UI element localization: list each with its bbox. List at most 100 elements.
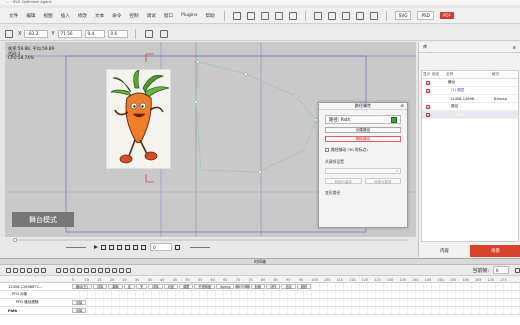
folder-icon[interactable]	[34, 267, 39, 273]
first-frame-icon[interactable]	[124, 244, 130, 250]
keyframe-block[interactable]: 翻转	[108, 284, 123, 289]
layer-icon[interactable]	[6, 267, 11, 273]
keyframe-block[interactable]: 区	[123, 284, 135, 289]
rotate-icon[interactable]	[144, 29, 153, 38]
tween-icon[interactable]	[70, 267, 75, 273]
timeline-menu-icon[interactable]	[515, 267, 520, 273]
menu-debug[interactable]: 调试	[144, 13, 159, 19]
paste-icon[interactable]	[91, 267, 96, 273]
stop-icon[interactable]	[100, 244, 106, 250]
carrot-image[interactable]	[106, 69, 171, 169]
prev-frame-icon[interactable]	[108, 244, 114, 250]
keyframe-block[interactable]: 跳跃	[235, 284, 250, 289]
zoom-slider[interactable]	[189, 246, 210, 248]
layer-row[interactable]: 舞台	[422, 79, 518, 87]
zoom-in-icon[interactable]	[112, 267, 117, 273]
select-icon[interactable]	[260, 11, 269, 20]
current-frame-input[interactable]: 6	[493, 266, 509, 274]
menu-text[interactable]: 文本	[92, 13, 107, 19]
keyframe-select[interactable]: ▾	[325, 168, 401, 174]
speed-slider[interactable]	[66, 246, 86, 248]
keyframe-block[interactable]: 关	[136, 284, 148, 289]
timeline-row[interactable]: PFD 路径跟随 清除	[0, 299, 520, 307]
onion-skin-icon[interactable]	[105, 267, 110, 273]
panel-menu-icon[interactable]: ≡	[512, 45, 516, 50]
subselect-icon[interactable]	[274, 11, 283, 20]
layer-row[interactable]: (1) 图层	[422, 87, 518, 95]
layer-row[interactable]: 路径	[422, 103, 518, 111]
layer-row[interactable]: 12458-12698… Bitmap	[422, 95, 518, 103]
menu-insert[interactable]: 插入	[58, 13, 73, 19]
width-input[interactable]: 0.4	[84, 29, 105, 38]
keyframe-block[interactable]: 清除	[72, 308, 87, 313]
last-frame-icon[interactable]	[132, 244, 138, 250]
lock-icon[interactable]	[20, 267, 25, 273]
align-center-icon[interactable]	[327, 11, 336, 20]
tab-content[interactable]: 内容	[419, 245, 470, 257]
menu-view[interactable]: 视图	[40, 13, 55, 19]
transform-icon[interactable]	[369, 11, 378, 20]
convert-curve-button[interactable]: 转换为曲线	[325, 178, 362, 184]
keyframe-block[interactable]: 跳跃	[296, 284, 312, 289]
menu-edit[interactable]: 编辑	[23, 13, 38, 19]
path-color-swatch[interactable]	[391, 116, 397, 123]
cursor-icon[interactable]	[5, 29, 13, 38]
x-input[interactable]: -83.2	[24, 29, 49, 38]
delete-icon[interactable]	[41, 267, 46, 273]
menu-help[interactable]: 帮助	[203, 13, 218, 19]
undo-icon[interactable]	[232, 11, 241, 20]
eye-icon[interactable]	[13, 267, 18, 273]
timeline-row[interactable]: 12458-12698871... 缓动(左) 清除 翻转区关清除 可逆 调整 不透明度 S…	[0, 283, 520, 291]
play-icon[interactable]	[93, 245, 98, 249]
blank-keyframe-icon[interactable]	[63, 267, 68, 273]
menu-control[interactable]: 控制	[126, 13, 141, 19]
export-psd-button[interactable]: PSD	[417, 11, 434, 20]
keyframe-block[interactable]: 可逆	[163, 284, 178, 289]
visible-checkbox[interactable]	[426, 104, 430, 109]
visible-checkbox[interactable]	[426, 112, 430, 117]
follow-path-option[interactable]: 路径随动 (30 时标点)	[325, 147, 401, 153]
tab-scene[interactable]: 场景	[470, 245, 520, 257]
zoom-out-icon[interactable]	[119, 267, 124, 273]
menu-file[interactable]: 文件	[6, 13, 21, 19]
keyframe-icon[interactable]	[56, 267, 61, 273]
keyframe-block[interactable]: Spring	[216, 284, 235, 289]
export-pdf-button[interactable]: PDF	[439, 12, 455, 19]
dialog-titlebar[interactable]: 路径属性 ⊗	[319, 103, 407, 110]
reverse-icon[interactable]	[98, 267, 103, 273]
menu-window[interactable]: 窗口	[161, 13, 176, 19]
keyframe-block[interactable]: 调整	[178, 284, 194, 289]
y-input[interactable]: 71.56	[57, 29, 82, 38]
copy-icon[interactable]	[84, 267, 89, 273]
export-svg-button[interactable]: SVG	[394, 11, 412, 20]
menu-modify[interactable]: 修改	[75, 13, 90, 19]
add-layer-icon[interactable]	[27, 267, 32, 273]
redo-icon[interactable]	[246, 11, 255, 20]
zoom-icon[interactable]	[288, 11, 297, 20]
keyframe-block[interactable]: 阶梯	[250, 284, 266, 289]
next-frame-icon[interactable]	[116, 244, 122, 250]
keyframe-block[interactable]: 清除	[72, 300, 87, 305]
visible-checkbox[interactable]	[426, 88, 430, 93]
keyframe-block[interactable]: 动作	[266, 284, 281, 289]
layer-row-selected[interactable]: Path	[422, 111, 518, 119]
convert-line-button[interactable]: 转换为直线	[364, 178, 401, 184]
fit-icon[interactable]	[175, 244, 180, 250]
align-left-icon[interactable]	[313, 11, 322, 20]
loop-icon[interactable]	[140, 244, 146, 250]
timeline-row[interactable]: Path 清除	[0, 307, 520, 315]
distribute-icon[interactable]	[355, 11, 364, 20]
follow-path-checkbox[interactable]	[325, 148, 329, 152]
create-path-button[interactable]: 创建路径	[325, 127, 401, 133]
delete-path-button[interactable]: 删除路径	[325, 136, 401, 142]
keyframe-block[interactable]: 缓动(左)	[72, 284, 93, 289]
clear-icon[interactable]	[77, 267, 82, 273]
close-icon[interactable]: ⊗	[400, 104, 404, 109]
visible-checkbox[interactable]	[426, 80, 430, 85]
height-input[interactable]: 0.6	[107, 29, 128, 38]
align-right-icon[interactable]	[341, 11, 350, 20]
timeline-ruler[interactable]: 5 10 15 20 25 30 35 40 45 50 55 60 65 70 75 80 85 90 95 100…	[0, 276, 520, 283]
keyframe-block[interactable]: 自定	[281, 284, 296, 289]
frame-input[interactable]: 0	[150, 243, 172, 251]
timeline-row[interactable]: PFD 对象	[0, 291, 520, 299]
